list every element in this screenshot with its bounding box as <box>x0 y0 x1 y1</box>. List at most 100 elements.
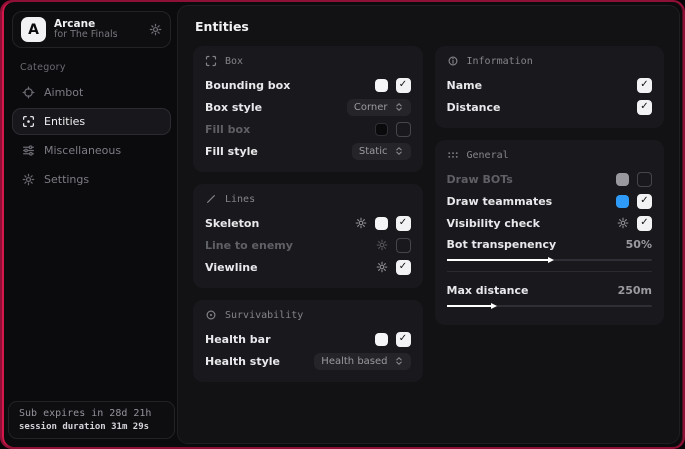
chevron-up-down-icon <box>394 146 404 156</box>
row-label: Viewline <box>205 261 376 274</box>
brand-card: A Arcane for The Finals <box>12 11 171 48</box>
information-card: Information Name ✓ Distance ✓ <box>435 46 665 128</box>
survivability-card-header: Survivability <box>205 309 411 321</box>
fill-style-select[interactable]: Static <box>352 143 411 160</box>
draw-bots-checkbox[interactable]: ✓ <box>637 172 652 187</box>
sidebar-item-label: Settings <box>44 173 89 186</box>
health-style-row: Health style Health based <box>205 350 411 372</box>
skeleton-settings-gear-icon[interactable] <box>355 217 367 229</box>
draw-bots-row: Draw BOTs ✓ <box>447 168 653 190</box>
bot-transparency-row: Bot transpenency 50% <box>447 234 653 254</box>
viewline-settings-gear-icon[interactable] <box>376 261 388 273</box>
app-window: A Arcane for The Finals Category Aimbot … <box>0 0 685 449</box>
row-label: Line to enemy <box>205 239 376 252</box>
info-icon <box>447 55 459 67</box>
card-header-label: Survivability <box>225 310 303 321</box>
dot-grid-icon <box>447 149 459 161</box>
right-column: Information Name ✓ Distance ✓ Gen <box>435 46 665 382</box>
page-title: Entities <box>195 19 664 34</box>
line-to-enemy-settings-gear-icon[interactable] <box>376 239 388 251</box>
sub-expiry-text: Sub expires in 28d 21h <box>19 408 164 419</box>
subscription-footer: Sub expires in 28d 21h session duration … <box>8 401 175 439</box>
viewline-row: Viewline ✓ <box>205 256 411 278</box>
max-distance-slider[interactable] <box>447 302 653 311</box>
sidebar-item-settings[interactable]: Settings <box>12 166 171 193</box>
brand-text: Arcane for The Finals <box>54 18 141 41</box>
card-header-label: Lines <box>225 194 255 205</box>
skeleton-row: Skeleton ✓ <box>205 212 411 234</box>
brand-subtitle: for The Finals <box>54 30 141 41</box>
sliders-icon <box>22 144 35 157</box>
skeleton-checkbox[interactable]: ✓ <box>396 216 411 231</box>
box-card: Box Bounding box ✓ Box style Corner <box>193 46 423 172</box>
row-label: Fill style <box>205 145 352 158</box>
fill-box-row: Fill box ✓ <box>205 118 411 140</box>
bot-transparency-slider[interactable] <box>447 256 653 265</box>
fill-box-color-swatch[interactable] <box>375 123 388 136</box>
lines-card: Lines Skeleton ✓ Line to enemy <box>193 184 423 288</box>
fill-box-checkbox[interactable]: ✓ <box>396 122 411 137</box>
sidebar-item-aimbot[interactable]: Aimbot <box>12 79 171 106</box>
chevron-up-down-icon <box>394 356 404 366</box>
row-label: Health style <box>205 355 314 368</box>
bot-transparency-value: 50% <box>626 238 652 251</box>
brand-gear-icon[interactable] <box>149 23 162 36</box>
gear-icon <box>22 173 35 186</box>
row-label: Bot transpenency <box>447 238 626 251</box>
slider-thumb[interactable] <box>548 257 554 263</box>
category-label: Category <box>20 62 177 73</box>
row-label: Draw teammates <box>447 195 617 208</box>
line-to-enemy-row: Line to enemy ✓ <box>205 234 411 256</box>
visibility-check-checkbox[interactable]: ✓ <box>637 216 652 231</box>
chevron-up-down-icon <box>394 102 404 112</box>
divider <box>447 271 653 272</box>
health-bar-checkbox[interactable]: ✓ <box>396 332 411 347</box>
row-label: Max distance <box>447 284 618 297</box>
general-card-header: General <box>447 149 653 161</box>
diagonal-line-icon <box>205 193 217 205</box>
row-label: Health bar <box>205 333 375 346</box>
bounding-box-checkbox[interactable]: ✓ <box>396 78 411 93</box>
max-distance-value: 250m <box>618 284 652 297</box>
sidebar-item-entities[interactable]: Entities <box>12 108 171 135</box>
row-label: Bounding box <box>205 79 375 92</box>
select-value: Corner <box>354 102 388 113</box>
box-style-select[interactable]: Corner <box>347 99 411 116</box>
slider-thumb[interactable] <box>491 303 497 309</box>
slider-fill <box>447 259 550 261</box>
viewline-checkbox[interactable]: ✓ <box>396 260 411 275</box>
row-label: Name <box>447 79 638 92</box>
box-corners-icon <box>205 55 217 67</box>
box-style-row: Box style Corner <box>205 96 411 118</box>
sidebar-item-miscellaneous[interactable]: Miscellaneous <box>12 137 171 164</box>
row-label: Distance <box>447 101 638 114</box>
health-bar-row: Health bar ✓ <box>205 328 411 350</box>
sidebar: A Arcane for The Finals Category Aimbot … <box>6 4 177 445</box>
box-card-header: Box <box>205 55 411 67</box>
row-label: Draw BOTs <box>447 173 617 186</box>
distance-checkbox[interactable]: ✓ <box>637 100 652 115</box>
health-style-select[interactable]: Health based <box>314 353 410 370</box>
brand-initial: A <box>28 22 39 38</box>
bounding-box-color-swatch[interactable] <box>375 79 388 92</box>
distance-row: Distance ✓ <box>447 96 653 118</box>
draw-bots-color-swatch[interactable] <box>616 173 629 186</box>
name-checkbox[interactable]: ✓ <box>637 78 652 93</box>
draw-teammates-checkbox[interactable]: ✓ <box>637 194 652 209</box>
line-to-enemy-checkbox[interactable]: ✓ <box>396 238 411 253</box>
visibility-check-row: Visibility check ✓ <box>447 212 653 234</box>
bounding-box-row: Bounding box ✓ <box>205 74 411 96</box>
target-icon <box>205 309 217 321</box>
select-value: Health based <box>321 356 387 367</box>
information-card-header: Information <box>447 55 653 67</box>
row-label: Fill box <box>205 123 375 136</box>
crosshair-icon <box>22 86 35 99</box>
left-column: Box Bounding box ✓ Box style Corner <box>193 46 423 382</box>
row-label: Box style <box>205 101 347 114</box>
skeleton-color-swatch[interactable] <box>375 217 388 230</box>
visibility-settings-gear-icon[interactable] <box>617 217 629 229</box>
health-bar-color-swatch[interactable] <box>375 333 388 346</box>
max-distance-row: Max distance 250m <box>447 280 653 300</box>
scan-box-icon <box>22 115 35 128</box>
draw-teammates-color-swatch[interactable] <box>616 195 629 208</box>
